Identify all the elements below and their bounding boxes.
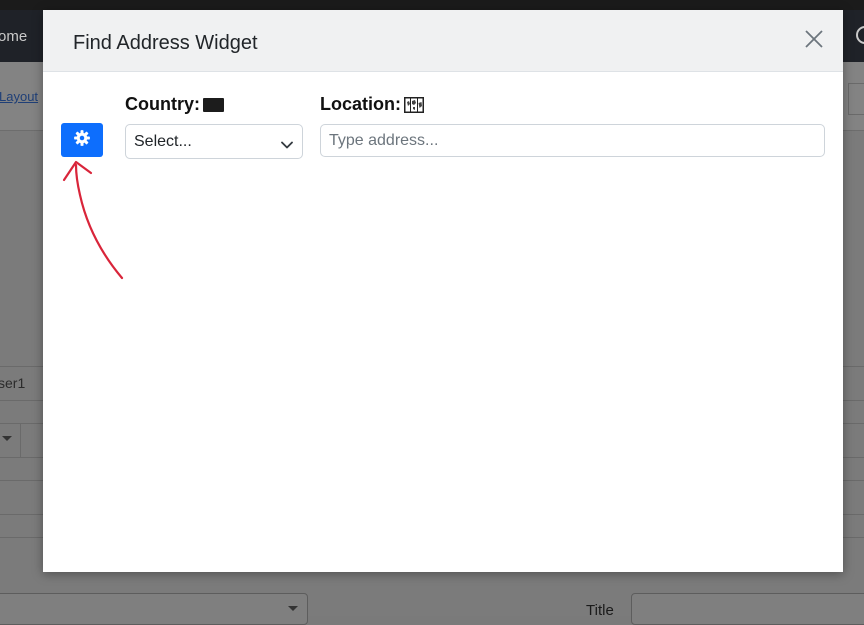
country-label: Country: [125,94,224,115]
user-cell: ser1 [0,375,26,391]
gear-icon [73,129,91,152]
caret-down-icon[interactable] [288,606,298,611]
country-select[interactable]: Select... [125,124,303,159]
settings-button[interactable] [61,123,103,157]
flag-icon [203,97,224,112]
world-map-icon [404,96,424,113]
column-divider [20,424,21,458]
modal-title: Find Address Widget [73,32,258,54]
chevron-down-icon [281,137,293,155]
caret-down-icon[interactable] [2,436,12,441]
title-label: Title [586,602,614,619]
background-select[interactable] [0,593,308,625]
title-input[interactable] [631,593,864,625]
close-icon[interactable] [803,28,825,50]
country-select-value: Select... [134,133,192,150]
layout-link[interactable]: Layout [0,89,38,104]
background-toolbar-box [848,83,864,115]
location-label-text: Location: [320,94,401,114]
location-label: Location: [320,94,424,115]
country-label-text: Country: [125,94,200,114]
nav-home-link[interactable]: ome [0,28,27,45]
top-strip [0,0,864,10]
modal-header: Find Address Widget [43,10,843,72]
find-address-modal: Find Address Widget Country: Select... L… [43,10,843,572]
location-input[interactable] [320,124,825,157]
